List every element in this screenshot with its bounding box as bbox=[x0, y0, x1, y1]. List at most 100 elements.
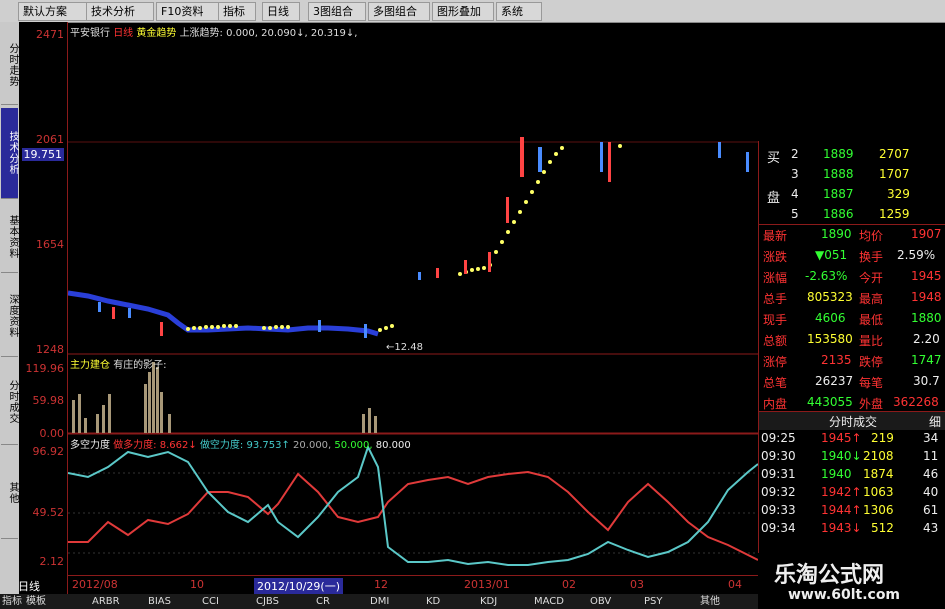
toolbar-f10[interactable]: F10资料 bbox=[156, 2, 222, 21]
toolbar-multichart[interactable]: 多图组合 bbox=[368, 2, 430, 21]
quote-limitdown: 1747 bbox=[911, 353, 942, 367]
toolbar-default-scheme[interactable]: 默认方案 bbox=[18, 2, 88, 21]
tab-cr[interactable]: CR bbox=[316, 594, 330, 609]
quote-label: 外盘 bbox=[859, 397, 884, 411]
tab-cjbs[interactable]: CJBS bbox=[256, 594, 279, 609]
quote-label: 总额 bbox=[763, 334, 788, 348]
indicator-value-1: 20.090↓ bbox=[261, 28, 305, 39]
trade-price: 1945↑ bbox=[821, 431, 862, 445]
divider bbox=[759, 224, 945, 225]
toolbar-system[interactable]: 系统 bbox=[496, 2, 542, 21]
period-label[interactable]: 日线 bbox=[18, 578, 40, 594]
trade-volume: 1063 bbox=[863, 485, 894, 499]
toolbar-tech-analysis[interactable]: 技术分析 bbox=[86, 2, 154, 21]
osc-short-force: 做空力度: 93.753↑ bbox=[199, 440, 290, 451]
tab-macd[interactable]: MACD bbox=[534, 594, 564, 609]
low-price-marker: ←12.48 bbox=[386, 342, 424, 353]
osc-level-80: 80.000 bbox=[375, 440, 411, 451]
sidebar-tab-basic[interactable]: 基本资料 bbox=[1, 202, 18, 273]
x-tick: 2013/01 bbox=[464, 578, 510, 591]
trade-volume: 1306 bbox=[863, 503, 894, 517]
indicator-up-trend: 上涨趋势: 0.000, bbox=[179, 28, 258, 39]
tab-kdj[interactable]: KDJ bbox=[480, 594, 497, 609]
quote-amount: 153580 bbox=[807, 332, 853, 346]
sidebar-tab-other[interactable]: 其他 bbox=[1, 448, 18, 539]
x-cursor-date: 2012/10/29(一) bbox=[254, 578, 343, 594]
trade-price: 1940 bbox=[821, 467, 852, 481]
bid-price: 1886 bbox=[823, 207, 854, 221]
trade-price: 1940↓ bbox=[821, 449, 862, 463]
sidebar-tab-trades[interactable]: 分时成交 bbox=[1, 360, 18, 445]
tab-bias[interactable]: BIAS bbox=[148, 594, 171, 609]
bid-level: 2 bbox=[791, 147, 799, 161]
quote-label: 现手 bbox=[763, 313, 788, 327]
trade-time: 09:25 bbox=[761, 431, 796, 445]
bid-level: 3 bbox=[791, 167, 799, 181]
tab-psy[interactable]: PSY bbox=[644, 594, 663, 609]
quote-per-trade: 30.7 bbox=[913, 374, 940, 388]
volume-tick: 59.98 bbox=[32, 394, 65, 407]
osc-level-50: 50.000, bbox=[334, 440, 373, 451]
quote-lastvol: 4606 bbox=[815, 311, 846, 325]
tab-indicator[interactable]: 指标 bbox=[2, 594, 22, 609]
chart-area[interactable]: 平安银行 日线 黄金趋势 上涨趋势: 0.000, 20.090↓, 20.31… bbox=[67, 22, 759, 575]
toolbar-indicator[interactable]: 指标 bbox=[218, 2, 256, 21]
price-tick: 2471 bbox=[36, 28, 64, 41]
current-price-tick: 19.751 bbox=[21, 148, 64, 161]
quote-high: 1948 bbox=[911, 290, 942, 304]
tab-template[interactable]: 模板 bbox=[26, 594, 46, 609]
osc-header: 多空力度 做多力度: 8.662↓ 做空力度: 93.753↑ 20.000, … bbox=[70, 436, 411, 451]
tab-obv[interactable]: OBV bbox=[590, 594, 611, 609]
quote-label: 均价 bbox=[859, 229, 884, 243]
tab-kd[interactable]: KD bbox=[426, 594, 440, 609]
trade-time: 09:31 bbox=[761, 467, 796, 481]
trades-detail[interactable]: 细 bbox=[929, 413, 941, 430]
osc-tick: 2.12 bbox=[39, 555, 65, 568]
bid-volume: 1259 bbox=[879, 207, 910, 221]
volume-title: 主力建仓 bbox=[70, 360, 110, 371]
sidebar-tab-intraday[interactable]: 分时走势 bbox=[1, 26, 18, 105]
toolbar-3chart[interactable]: 3图组合 bbox=[308, 2, 366, 21]
price-tick: 1248 bbox=[36, 343, 64, 356]
quote-label: 总手 bbox=[763, 292, 788, 306]
quote-label: 每笔 bbox=[859, 376, 884, 390]
bid-volume: 2707 bbox=[879, 147, 910, 161]
bid-volume: 329 bbox=[887, 187, 910, 201]
bid-price: 1888 bbox=[823, 167, 854, 181]
osc-tick: 96.92 bbox=[32, 445, 65, 458]
trade-volume: 512 bbox=[871, 521, 894, 535]
tab-arbr[interactable]: ARBR bbox=[92, 594, 120, 609]
trade-time: 09:32 bbox=[761, 485, 796, 499]
period-label: 日线 bbox=[113, 28, 134, 39]
low-price-value: 12.48 bbox=[394, 342, 424, 353]
quote-limitup: 2135 bbox=[821, 353, 852, 367]
trades-title: 分时成交 bbox=[829, 415, 878, 429]
quote-change: ▼051 bbox=[815, 248, 848, 262]
sidebar-tab-tech[interactable]: 技术分析 bbox=[1, 108, 18, 199]
y-axis: 2471 2061 19.751 1654 1248 119.96 59.98 … bbox=[19, 22, 68, 594]
trade-price: 1943↓ bbox=[821, 521, 862, 535]
sidebar-tab-deep[interactable]: 深度资料 bbox=[1, 276, 18, 357]
volume-tick: 119.96 bbox=[25, 362, 65, 375]
main-header: 平安银行 日线 黄金趋势 上涨趋势: 0.000, 20.090↓, 20.31… bbox=[70, 28, 358, 39]
trade-time: 09:30 bbox=[761, 449, 796, 463]
trades-header[interactable]: 分时成交 细 bbox=[759, 411, 945, 430]
osc-tick: 49.52 bbox=[32, 506, 65, 519]
bid-volume: 1707 bbox=[879, 167, 910, 181]
bid-level: 5 bbox=[791, 207, 799, 221]
trade-volume: 2108 bbox=[863, 449, 894, 463]
trade-count: 11 bbox=[923, 449, 939, 463]
tab-cci[interactable]: CCI bbox=[202, 594, 219, 609]
quote-outer: 362268 bbox=[893, 395, 939, 409]
trade-time: 09:33 bbox=[761, 503, 796, 517]
volume-header: 主力建仓 有庄的影子: bbox=[70, 356, 167, 371]
toolbar-overlay[interactable]: 图形叠加 bbox=[432, 2, 494, 21]
watermark: 乐淘公式网 www.60lt.com bbox=[758, 553, 945, 609]
x-tick: 10 bbox=[190, 578, 204, 591]
tab-other[interactable]: 其他 bbox=[700, 594, 720, 609]
quote-volratio: 2.20 bbox=[913, 332, 940, 346]
tab-dmi[interactable]: DMI bbox=[370, 594, 389, 609]
quote-panel: 买 盘 2 1889 2707 3 1888 1707 4 1887 329 5… bbox=[758, 141, 945, 609]
indicator-value-2: 20.319↓, bbox=[310, 28, 358, 39]
toolbar-daily[interactable]: 日线 bbox=[262, 2, 300, 21]
